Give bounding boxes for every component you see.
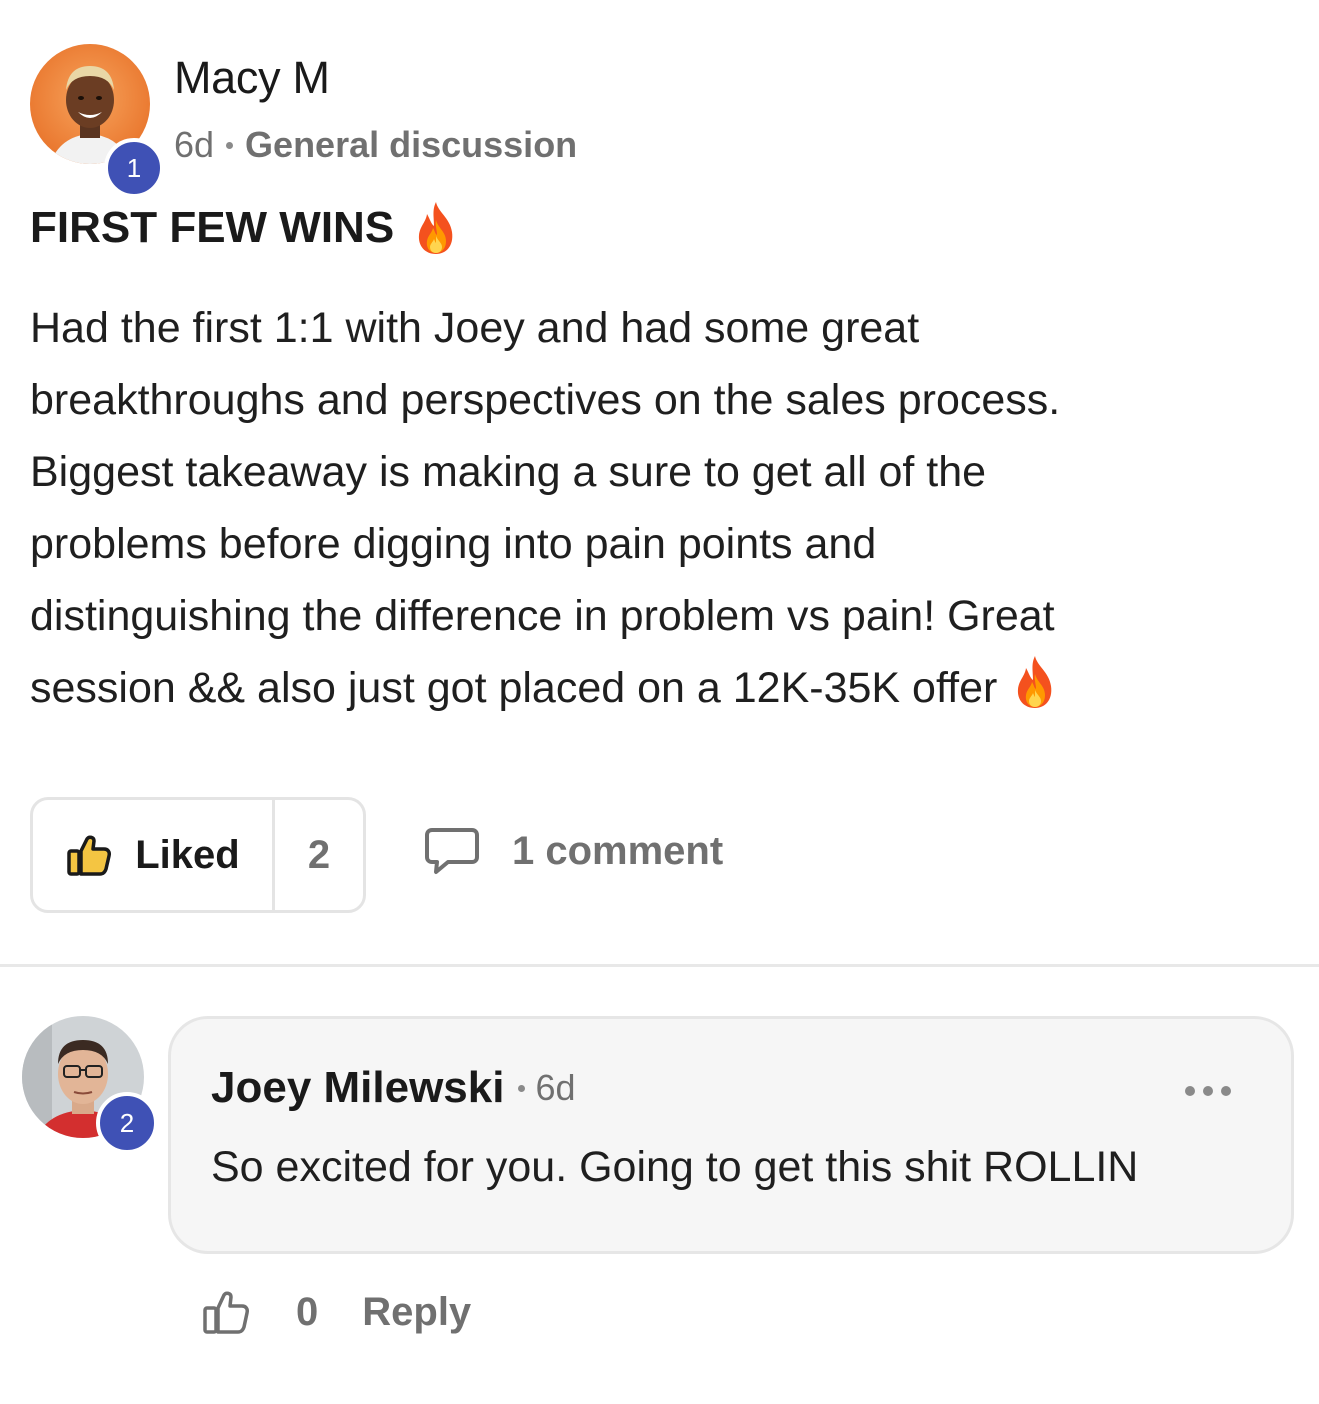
comment-header: Joey Milewski 6d: [211, 1063, 576, 1113]
more-options-icon[interactable]: [1185, 1083, 1231, 1099]
comment-time: 6d: [535, 1067, 576, 1108]
like-group: Liked 2: [30, 797, 366, 913]
author-avatar[interactable]: 1: [30, 44, 164, 198]
post-body-line: distinguishing the difference in problem…: [30, 592, 1055, 640]
level-badge: 1: [104, 138, 164, 198]
post-body-last-line: session && also just got placed on a 12K…: [30, 652, 1300, 724]
commenter-avatar[interactable]: 2: [22, 1016, 158, 1154]
comment-count-button[interactable]: 1 comment: [424, 826, 723, 876]
comment-icon: [424, 826, 480, 876]
thumbs-up-filled-icon: [65, 831, 113, 879]
fire-emoji-icon: [412, 200, 460, 256]
like-count[interactable]: 2: [275, 800, 363, 910]
thumbs-up-outline-icon[interactable]: [200, 1286, 252, 1338]
category-link[interactable]: General discussion: [245, 124, 577, 166]
divider: [0, 964, 1319, 967]
post-title-text: FIRST FEW WINS: [30, 203, 395, 252]
post-meta: 6d General discussion: [174, 124, 577, 166]
level-badge: 2: [96, 1092, 158, 1154]
post-body-line: Had the first 1:1 with Joey and had some…: [30, 304, 920, 352]
comment-text: So excited for you. Going to get this sh…: [211, 1143, 1139, 1191]
comment-like-count: 0: [296, 1289, 319, 1334]
comment-author-name[interactable]: Joey Milewski: [211, 1063, 504, 1113]
post-body: Had the first 1:1 with Joey and had some…: [30, 292, 1300, 724]
comment-count-label: 1 comment: [512, 828, 724, 873]
post-body-line: breakthroughs and perspectives on the sa…: [30, 376, 1061, 424]
post-body-line: problems before digging into pain points…: [30, 520, 877, 568]
comment-actions: 0 Reply: [200, 1286, 471, 1338]
like-label: Liked: [135, 832, 240, 877]
fire-emoji-icon: [1011, 654, 1059, 710]
post-body-line: session && also just got placed on a 12K…: [30, 664, 998, 712]
author-name[interactable]: Macy M: [174, 52, 330, 104]
like-button[interactable]: Liked: [33, 800, 275, 910]
reply-button[interactable]: Reply: [362, 1290, 471, 1335]
post-body-line: Biggest takeaway is making a sure to get…: [30, 448, 987, 496]
comment-bubble: Joey Milewski 6d So excited for you. Goi…: [168, 1016, 1294, 1254]
separator-dot: [518, 1084, 526, 1092]
post-title: FIRST FEW WINS: [30, 200, 460, 256]
separator-dot: [226, 141, 234, 149]
post-time: 6d: [174, 124, 215, 165]
